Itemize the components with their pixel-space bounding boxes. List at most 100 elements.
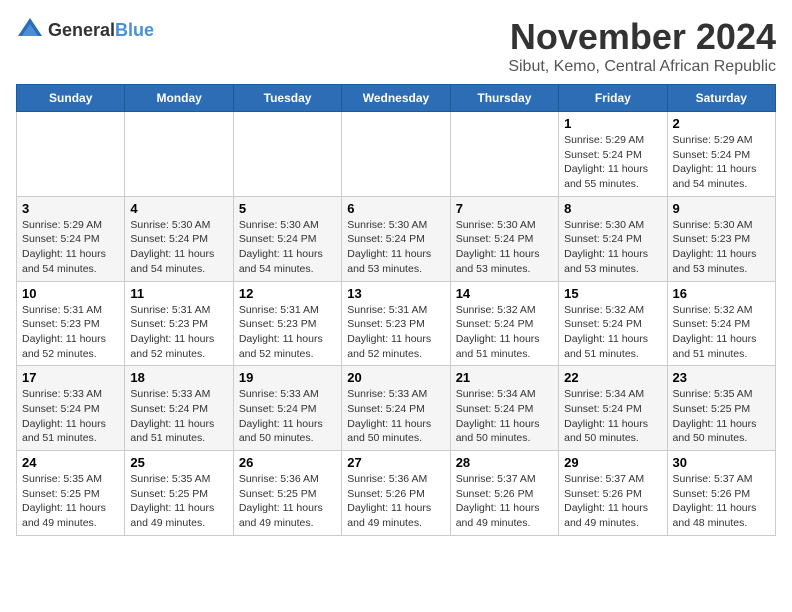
day-info: Sunrise: 5:30 AMSunset: 5:24 PMDaylight:…: [564, 218, 661, 277]
day-number: 18: [130, 370, 227, 385]
calendar-week-row: 24Sunrise: 5:35 AMSunset: 5:25 PMDayligh…: [17, 451, 776, 536]
day-info: Sunrise: 5:36 AMSunset: 5:25 PMDaylight:…: [239, 472, 336, 531]
day-header-monday: Monday: [125, 85, 233, 112]
day-number: 12: [239, 286, 336, 301]
day-header-tuesday: Tuesday: [233, 85, 341, 112]
logo: GeneralBlue: [16, 16, 154, 44]
day-number: 25: [130, 455, 227, 470]
calendar-cell: [450, 112, 558, 197]
calendar-cell: 19Sunrise: 5:33 AMSunset: 5:24 PMDayligh…: [233, 366, 341, 451]
calendar-cell: 18 Sunrise: 5:33 AMSunset: 5:24 PMDayligh…: [125, 366, 233, 451]
day-header-sunday: Sunday: [17, 85, 125, 112]
day-number: 26: [239, 455, 336, 470]
calendar-header-row: SundayMondayTuesdayWednesdayThursdayFrid…: [17, 85, 776, 112]
calendar-week-row: 3Sunrise: 5:29 AMSunset: 5:24 PMDaylight…: [17, 196, 776, 281]
calendar-cell: 29 Sunrise: 5:37 AMSunset: 5:26 PMDayligh…: [559, 451, 667, 536]
day-number: 5: [239, 201, 336, 216]
calendar-table: SundayMondayTuesdayWednesdayThursdayFrid…: [16, 84, 776, 536]
day-info: Sunrise: 5:36 AMSunset: 5:26 PMDaylight:…: [347, 472, 444, 531]
day-header-friday: Friday: [559, 85, 667, 112]
day-info: Sunrise: 5:32 AMSunset: 5:24 PMDaylight:…: [564, 303, 661, 362]
calendar-cell: 9Sunrise: 5:30 AMSunset: 5:23 PMDaylight…: [667, 196, 775, 281]
day-number: 27: [347, 455, 444, 470]
day-info: Sunrise: 5:30 AMSunset: 5:24 PMDaylight:…: [456, 218, 553, 277]
calendar-week-row: 1 Sunrise: 5:29 AMSunset: 5:24 PMDaylight…: [17, 112, 776, 197]
day-info: Sunrise: 5:29 AMSunset: 5:24 PMDaylight:…: [564, 133, 661, 192]
calendar-cell: [125, 112, 233, 197]
logo-icon: [16, 16, 44, 44]
day-number: 21: [456, 370, 553, 385]
calendar-cell: 6 Sunrise: 5:30 AMSunset: 5:24 PMDaylight…: [342, 196, 450, 281]
calendar-cell: [233, 112, 341, 197]
calendar-cell: 4 Sunrise: 5:30 AMSunset: 5:24 PMDaylight…: [125, 196, 233, 281]
calendar-cell: 20 Sunrise: 5:33 AMSunset: 5:24 PMDayligh…: [342, 366, 450, 451]
calendar-cell: [17, 112, 125, 197]
day-info: Sunrise: 5:30 AMSunset: 5:24 PMDaylight:…: [239, 218, 336, 277]
day-header-thursday: Thursday: [450, 85, 558, 112]
calendar-cell: 11 Sunrise: 5:31 AMSunset: 5:23 PMDayligh…: [125, 281, 233, 366]
day-number: 2: [673, 116, 770, 131]
day-number: 4: [130, 201, 227, 216]
day-info: Sunrise: 5:33 AMSunset: 5:24 PMDaylight:…: [239, 387, 336, 446]
page-title: November 2024: [508, 16, 776, 58]
calendar-cell: 28Sunrise: 5:37 AMSunset: 5:26 PMDayligh…: [450, 451, 558, 536]
calendar-cell: 30 Sunrise: 5:37 AMSunset: 5:26 PMDayligh…: [667, 451, 775, 536]
calendar-cell: 26 Sunrise: 5:36 AMSunset: 5:25 PMDayligh…: [233, 451, 341, 536]
day-number: 13: [347, 286, 444, 301]
day-info: Sunrise: 5:37 AMSunset: 5:26 PMDaylight:…: [564, 472, 661, 531]
calendar-week-row: 17 Sunrise: 5:33 AMSunset: 5:24 PMDayligh…: [17, 366, 776, 451]
day-number: 1: [564, 116, 661, 131]
calendar-week-row: 10 Sunrise: 5:31 AMSunset: 5:23 PMDayligh…: [17, 281, 776, 366]
page-header: GeneralBlue November 2024 Sibut, Kemo, C…: [16, 16, 776, 76]
calendar-cell: 17 Sunrise: 5:33 AMSunset: 5:24 PMDayligh…: [17, 366, 125, 451]
day-number: 17: [22, 370, 119, 385]
day-number: 6: [347, 201, 444, 216]
calendar-cell: 3Sunrise: 5:29 AMSunset: 5:24 PMDaylight…: [17, 196, 125, 281]
day-number: 23: [673, 370, 770, 385]
logo-blue: Blue: [115, 20, 154, 40]
day-number: 9: [673, 201, 770, 216]
day-info: Sunrise: 5:33 AMSunset: 5:24 PMDaylight:…: [347, 387, 444, 446]
day-info: Sunrise: 5:31 AMSunset: 5:23 PMDaylight:…: [130, 303, 227, 362]
calendar-cell: 10 Sunrise: 5:31 AMSunset: 5:23 PMDayligh…: [17, 281, 125, 366]
day-number: 8: [564, 201, 661, 216]
day-info: Sunrise: 5:35 AMSunset: 5:25 PMDaylight:…: [22, 472, 119, 531]
day-number: 11: [130, 286, 227, 301]
day-info: Sunrise: 5:30 AMSunset: 5:24 PMDaylight:…: [130, 218, 227, 277]
day-info: Sunrise: 5:31 AMSunset: 5:23 PMDaylight:…: [22, 303, 119, 362]
day-number: 16: [673, 286, 770, 301]
day-number: 15: [564, 286, 661, 301]
day-info: Sunrise: 5:35 AMSunset: 5:25 PMDaylight:…: [130, 472, 227, 531]
day-number: 3: [22, 201, 119, 216]
calendar-cell: 15 Sunrise: 5:32 AMSunset: 5:24 PMDayligh…: [559, 281, 667, 366]
day-number: 10: [22, 286, 119, 301]
day-number: 20: [347, 370, 444, 385]
day-info: Sunrise: 5:32 AMSunset: 5:24 PMDaylight:…: [456, 303, 553, 362]
calendar-cell: 27 Sunrise: 5:36 AMSunset: 5:26 PMDayligh…: [342, 451, 450, 536]
day-info: Sunrise: 5:30 AMSunset: 5:24 PMDaylight:…: [347, 218, 444, 277]
day-number: 29: [564, 455, 661, 470]
day-info: Sunrise: 5:34 AMSunset: 5:24 PMDaylight:…: [564, 387, 661, 446]
logo-general: General: [48, 20, 115, 40]
calendar-cell: 14Sunrise: 5:32 AMSunset: 5:24 PMDayligh…: [450, 281, 558, 366]
calendar-cell: 25 Sunrise: 5:35 AMSunset: 5:25 PMDayligh…: [125, 451, 233, 536]
day-info: Sunrise: 5:33 AMSunset: 5:24 PMDaylight:…: [130, 387, 227, 446]
day-number: 22: [564, 370, 661, 385]
day-info: Sunrise: 5:29 AMSunset: 5:24 PMDaylight:…: [673, 133, 770, 192]
calendar-cell: 21 Sunrise: 5:34 AMSunset: 5:24 PMDayligh…: [450, 366, 558, 451]
calendar-cell: 22 Sunrise: 5:34 AMSunset: 5:24 PMDayligh…: [559, 366, 667, 451]
day-info: Sunrise: 5:31 AMSunset: 5:23 PMDaylight:…: [239, 303, 336, 362]
day-header-wednesday: Wednesday: [342, 85, 450, 112]
day-info: Sunrise: 5:32 AMSunset: 5:24 PMDaylight:…: [673, 303, 770, 362]
page-subtitle: Sibut, Kemo, Central African Republic: [508, 58, 776, 76]
calendar-cell: 5 Sunrise: 5:30 AMSunset: 5:24 PMDaylight…: [233, 196, 341, 281]
day-info: Sunrise: 5:37 AMSunset: 5:26 PMDaylight:…: [673, 472, 770, 531]
day-info: Sunrise: 5:31 AMSunset: 5:23 PMDaylight:…: [347, 303, 444, 362]
day-number: 30: [673, 455, 770, 470]
day-info: Sunrise: 5:33 AMSunset: 5:24 PMDaylight:…: [22, 387, 119, 446]
calendar-cell: 23 Sunrise: 5:35 AMSunset: 5:25 PMDayligh…: [667, 366, 775, 451]
day-header-saturday: Saturday: [667, 85, 775, 112]
title-area: November 2024 Sibut, Kemo, Central Afric…: [508, 16, 776, 76]
day-info: Sunrise: 5:34 AMSunset: 5:24 PMDaylight:…: [456, 387, 553, 446]
day-info: Sunrise: 5:35 AMSunset: 5:25 PMDaylight:…: [673, 387, 770, 446]
